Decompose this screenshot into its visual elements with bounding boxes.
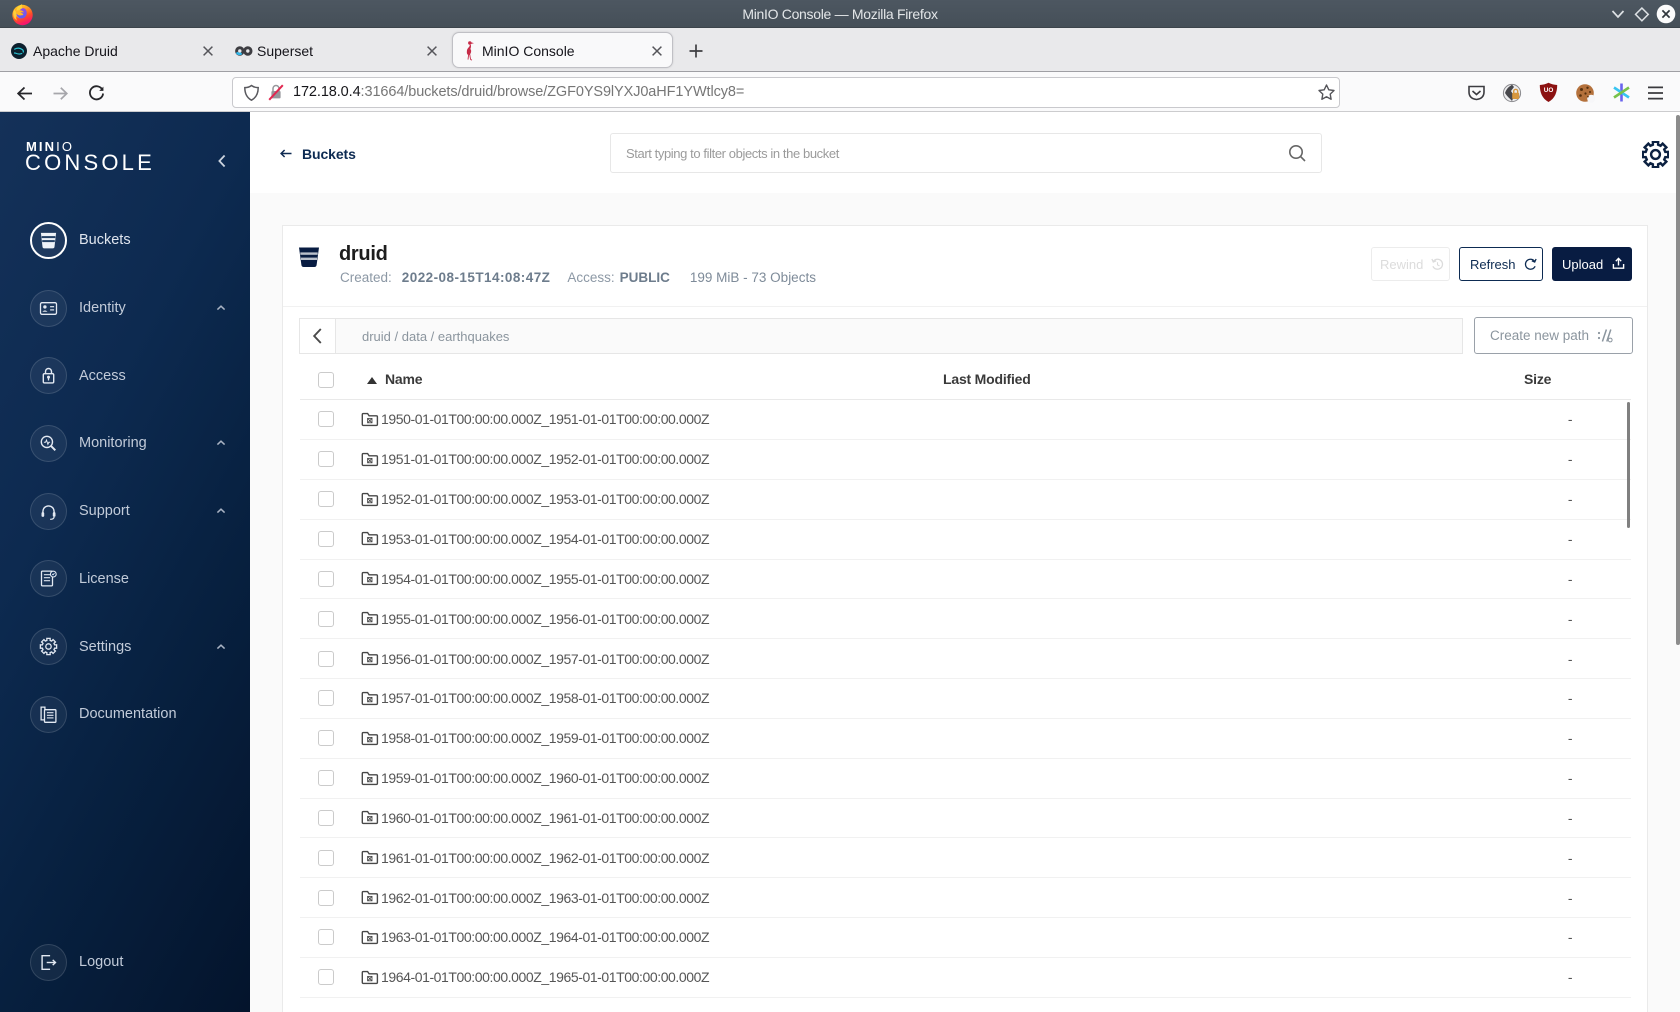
svg-text:UO: UO	[1544, 87, 1554, 94]
